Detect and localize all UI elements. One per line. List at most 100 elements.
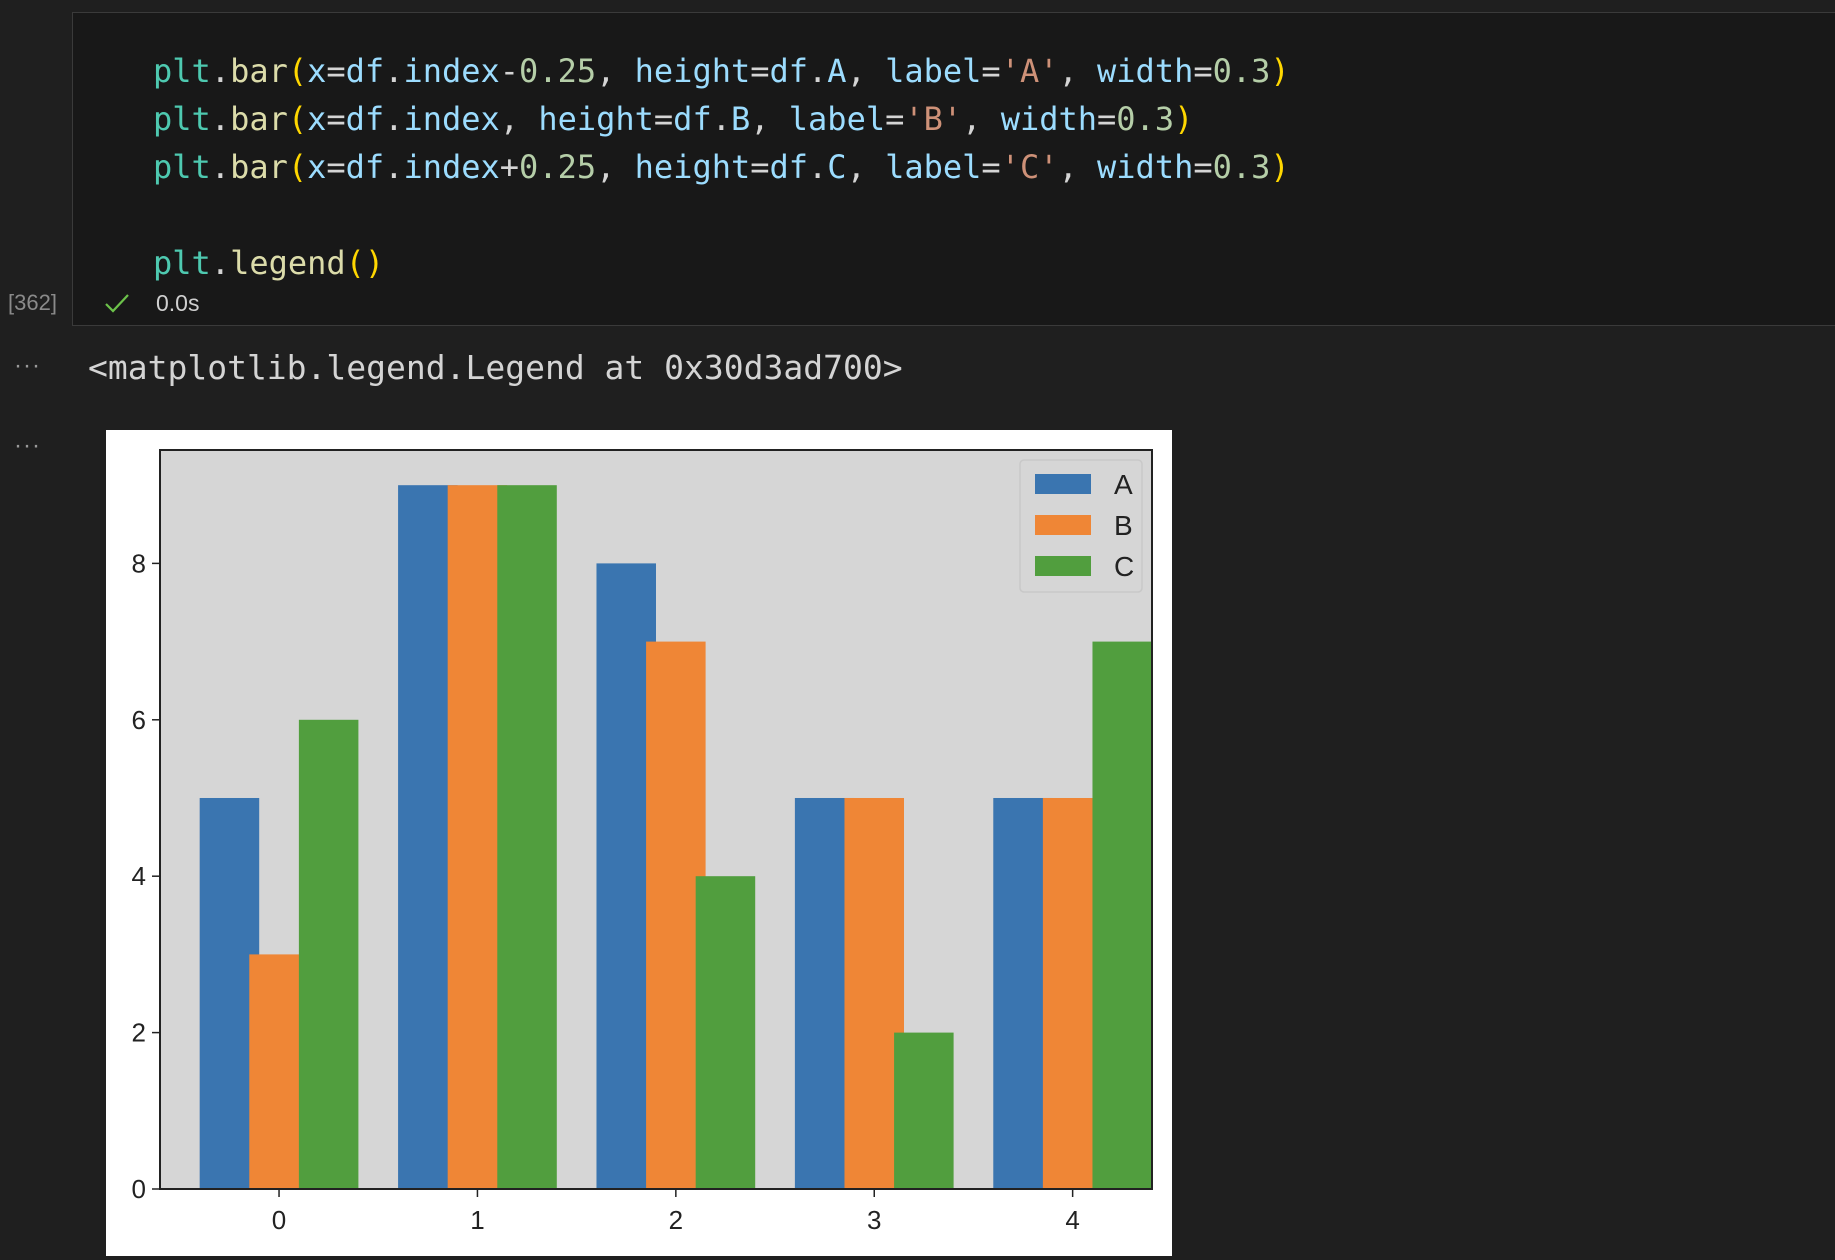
code-token: . [384, 148, 404, 186]
x-tick-label: 3 [867, 1205, 881, 1235]
code-token: + [499, 148, 520, 186]
code-token: . [210, 244, 231, 282]
code-token: bar [230, 100, 288, 138]
code-token: width [1097, 148, 1194, 186]
code-token: label [788, 100, 886, 138]
code-token: , [596, 52, 635, 90]
bar-c [695, 876, 756, 1189]
code-token: plt [153, 148, 211, 186]
code-token: = [326, 52, 346, 90]
code-token: B [730, 100, 751, 138]
code-token: label [885, 148, 982, 186]
code-token: = [1193, 52, 1213, 90]
code-token: . [210, 148, 231, 186]
code-token: . [808, 52, 828, 90]
code-token: df [673, 100, 712, 138]
bar-c [497, 485, 557, 1189]
execution-count: [362] [8, 290, 57, 315]
legend-swatch-c [1035, 556, 1091, 576]
code-token: index [403, 52, 500, 90]
code-token: ) [1270, 148, 1290, 186]
code-token: , [846, 52, 886, 90]
execution-time: 0.0s [156, 290, 200, 316]
code-token: ) [1174, 100, 1194, 138]
legend-label-c: C [1114, 551, 1134, 582]
code-token: = [885, 100, 905, 138]
legend-swatch-b [1035, 515, 1091, 535]
y-tick-label: 6 [132, 705, 146, 735]
code-token: width [1097, 52, 1194, 90]
code-token: = [981, 148, 1001, 186]
code-cell[interactable]: plt.bar(x=df.index-0.25, height=df.A, la… [72, 12, 1835, 326]
code-token: x [307, 52, 327, 90]
code-token: df [769, 148, 809, 186]
code-token: width [1000, 100, 1098, 138]
output-menu-ellipsis-icon[interactable]: ··· [14, 352, 41, 380]
code-token: , [1058, 52, 1098, 90]
code-token: = [750, 52, 770, 90]
code-token: = [981, 52, 1001, 90]
code-token: x [307, 100, 327, 138]
chart-figure: 0 2 4 6 8 0 1 2 3 4 ABC [106, 430, 1172, 1256]
code-token: . [384, 100, 404, 138]
y-tick-label: 4 [132, 861, 146, 891]
legend-label-a: A [1114, 469, 1133, 500]
code-token: bar [230, 52, 288, 90]
code-line: plt.bar(x=df.index+0.25, height=df.C, la… [153, 143, 1290, 191]
code-editor[interactable]: plt.bar(x=df.index-0.25, height=df.A, la… [153, 47, 1290, 287]
code-token: 0.3 [1212, 148, 1271, 186]
code-token: 0.3 [1116, 100, 1175, 138]
code-token: height [634, 148, 751, 186]
code-line: plt.legend() [153, 239, 1290, 287]
code-token: bar [230, 148, 288, 186]
y-tick-label: 8 [132, 548, 146, 578]
code-token: C [827, 148, 847, 186]
code-token: . [210, 52, 231, 90]
code-token: = [326, 100, 346, 138]
code-token: ( [287, 52, 308, 90]
y-tick-label: 2 [132, 1018, 146, 1048]
code-token: df [769, 52, 809, 90]
code-token: () [345, 244, 385, 282]
figure-menu-ellipsis-icon[interactable]: ··· [14, 432, 41, 460]
code-token: = [750, 148, 770, 186]
code-token: label [885, 52, 982, 90]
code-token: ( [287, 100, 308, 138]
code-token: = [326, 148, 346, 186]
bar-c [894, 1032, 954, 1189]
code-token: 0.3 [1212, 52, 1271, 90]
x-tick-label: 4 [1065, 1205, 1079, 1235]
code-token: - [499, 52, 520, 90]
bar-c [1092, 641, 1152, 1189]
code-token: df [345, 52, 385, 90]
x-tick-label: 1 [470, 1205, 484, 1235]
legend-swatch-a [1035, 474, 1091, 494]
code-token: df [345, 148, 385, 186]
code-token: , [499, 100, 539, 138]
output-text: <matplotlib.legend.Legend at 0x30d3ad700… [88, 348, 903, 387]
code-token: = [653, 100, 674, 138]
code-token: = [1193, 148, 1213, 186]
code-token: 'B' [904, 100, 963, 138]
code-token: 'C' [1000, 148, 1059, 186]
code-token: plt [153, 100, 211, 138]
x-tick-label: 0 [272, 1205, 286, 1235]
x-tick-label: 2 [669, 1205, 683, 1235]
legend-label-b: B [1114, 510, 1133, 541]
code-token: legend [230, 244, 346, 282]
check-icon [105, 294, 129, 313]
code-token: df [345, 100, 385, 138]
code-token: plt [153, 244, 211, 282]
code-line: plt.bar(x=df.index-0.25, height=df.A, la… [153, 47, 1290, 95]
code-token: . [210, 100, 231, 138]
code-token: 0.25 [519, 52, 597, 90]
code-token: ) [1270, 52, 1290, 90]
code-token: x [307, 148, 327, 186]
code-token: 'A' [1000, 52, 1059, 90]
code-token: . [384, 52, 404, 90]
code-line: plt.bar(x=df.index, height=df.B, label='… [153, 95, 1290, 143]
code-token: . [711, 100, 731, 138]
code-token: , [846, 148, 886, 186]
y-tick-label: 0 [132, 1174, 146, 1204]
